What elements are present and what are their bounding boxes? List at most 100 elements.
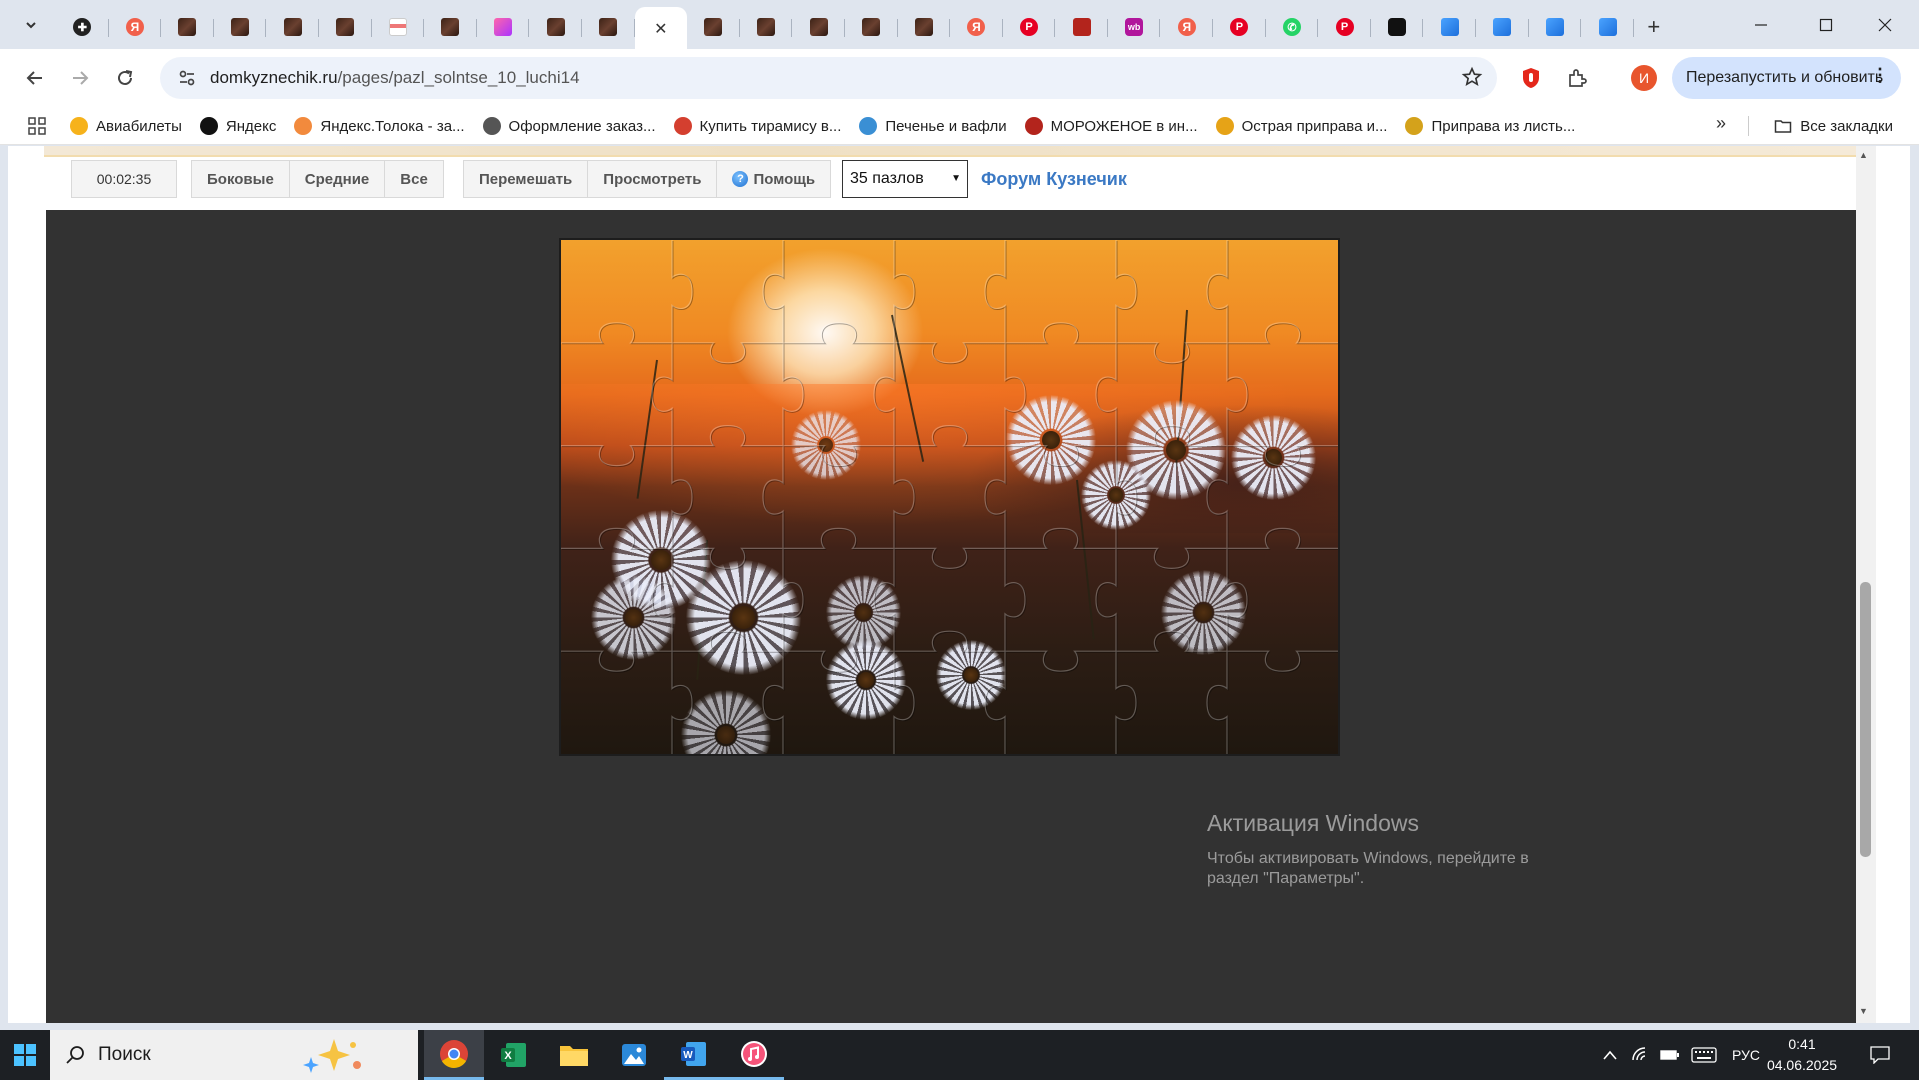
browser-tab[interactable]: [740, 7, 793, 47]
preview-button[interactable]: Просмотреть: [588, 161, 718, 197]
back-button[interactable]: [19, 62, 51, 94]
tab-close-icon[interactable]: ✕: [654, 19, 667, 39]
browser-tab[interactable]: P: [1213, 7, 1266, 47]
bookmark-item[interactable]: Яндекс.Толока - за...: [294, 111, 465, 141]
favicon-blue-icon: [1493, 18, 1512, 36]
tab-active[interactable]: ✕: [634, 7, 688, 51]
bookmark-star-icon[interactable]: [1461, 66, 1483, 93]
bookmark-label: Оформление заказ...: [508, 117, 656, 135]
browser-tab[interactable]: [1529, 7, 1582, 47]
browser-tab[interactable]: [792, 7, 845, 47]
browser-tab[interactable]: [214, 7, 267, 47]
browser-tab[interactable]: [529, 7, 582, 47]
edge-pieces-button[interactable]: Боковые: [192, 161, 290, 197]
relaunch-update-button[interactable]: Перезапустить и обновить ⋮: [1672, 57, 1901, 99]
tray-keyboard[interactable]: [1688, 1030, 1720, 1080]
taskbar-itunes[interactable]: [724, 1030, 784, 1080]
bookmark-item[interactable]: Печенье и вафли: [859, 111, 1007, 141]
tray-battery[interactable]: [1656, 1030, 1684, 1080]
taskbar-chrome[interactable]: [424, 1030, 484, 1080]
taskbar-photos[interactable]: [604, 1030, 664, 1080]
site-info-icon[interactable]: [176, 67, 198, 89]
more-menu-icon[interactable]: ⋮: [1871, 66, 1889, 84]
profile-avatar[interactable]: И: [1628, 62, 1660, 94]
bookmark-favicon-icon: [482, 117, 501, 135]
adblock-extension-icon[interactable]: [1515, 62, 1547, 94]
bookmark-item[interactable]: Острая приправа и...: [1215, 111, 1388, 141]
bookmark-item[interactable]: Яндекс: [199, 111, 276, 141]
taskbar-search[interactable]: Поиск: [50, 1030, 418, 1080]
apps-grid-icon[interactable]: [28, 117, 46, 140]
url-text[interactable]: domkyznechik.ru/pages/pazl_solntse_10_lu…: [210, 68, 580, 88]
forward-button[interactable]: [64, 62, 96, 94]
start-button[interactable]: [0, 1030, 50, 1080]
bookmark-item[interactable]: Купить тирамису в...: [673, 111, 841, 141]
browser-tab[interactable]: [1423, 7, 1476, 47]
browser-tab[interactable]: [845, 7, 898, 47]
puzzle-image[interactable]: [559, 238, 1340, 756]
scroll-down-icon[interactable]: ▼: [1859, 1006, 1868, 1016]
close-window-button[interactable]: [1856, 0, 1913, 49]
browser-tab[interactable]: [1581, 7, 1634, 47]
middle-pieces-button[interactable]: Средние: [290, 161, 386, 197]
piece-count-select[interactable]: 35 пазлов ▼: [842, 160, 968, 198]
bookmark-favicon-icon: [1215, 117, 1234, 135]
browser-tab[interactable]: ✆: [1266, 7, 1319, 47]
bookmark-favicon-icon: [1405, 117, 1424, 135]
browser-tab[interactable]: [687, 7, 740, 47]
maximize-button[interactable]: [1797, 0, 1854, 49]
taskbar-word[interactable]: W: [664, 1030, 724, 1080]
browser-tab[interactable]: [1371, 7, 1424, 47]
bookmark-item[interactable]: Оформление заказ...: [482, 111, 656, 141]
all-pieces-button[interactable]: Все: [385, 161, 443, 197]
forum-link[interactable]: Форум Кузнечик: [981, 169, 1127, 190]
browser-tab[interactable]: [582, 7, 635, 47]
favicon-choc-icon: [441, 18, 460, 36]
favicon-choc-icon: [862, 18, 881, 36]
browser-tab[interactable]: [1055, 7, 1108, 47]
browser-tab[interactable]: [161, 7, 214, 47]
language-indicator[interactable]: РУС: [1728, 1030, 1764, 1080]
address-bar[interactable]: domkyznechik.ru/pages/pazl_solntse_10_lu…: [160, 57, 1497, 99]
favicon-ya-icon: Я: [1177, 18, 1196, 36]
browser-tab[interactable]: [372, 7, 425, 47]
browser-tab[interactable]: Я: [1160, 7, 1213, 47]
browser-tab[interactable]: [424, 7, 477, 47]
minimize-button[interactable]: [1732, 0, 1789, 49]
new-tab-button[interactable]: +: [1634, 7, 1674, 47]
browser-tab[interactable]: [477, 7, 530, 47]
bookmark-item[interactable]: МОРОЖЕНОЕ в ин...: [1024, 111, 1198, 141]
bookmark-item[interactable]: Авиабилеты: [70, 111, 182, 141]
maximize-icon: [1819, 18, 1832, 31]
browser-tab[interactable]: [266, 7, 319, 47]
bookmark-label: Приправа из листь...: [1431, 117, 1576, 135]
bookmark-favicon-icon: [70, 117, 88, 135]
word-icon: W: [681, 1041, 706, 1066]
browser-tab[interactable]: Я: [109, 7, 162, 47]
tab-search-button[interactable]: [16, 11, 46, 39]
bookmark-item[interactable]: Приправа из листь...: [1405, 111, 1575, 141]
all-bookmarks-button[interactable]: Все закладки: [1774, 111, 1893, 141]
browser-tab[interactable]: ✚: [56, 7, 109, 47]
browser-tab[interactable]: P: [1318, 7, 1371, 47]
scroll-up-icon[interactable]: ▲: [1859, 150, 1868, 160]
help-button[interactable]: ? Помощь: [717, 161, 830, 197]
notifications-button[interactable]: [1862, 1030, 1898, 1080]
browser-tab[interactable]: [1476, 7, 1529, 47]
reload-button[interactable]: [109, 62, 141, 94]
shuffle-button[interactable]: Перемешать: [464, 161, 589, 197]
bookmark-label: Острая приправа и...: [1241, 117, 1388, 135]
bookmarks-overflow-button[interactable]: »: [1716, 113, 1726, 134]
taskbar-excel[interactable]: X: [484, 1030, 544, 1080]
browser-tab[interactable]: Я: [950, 7, 1003, 47]
browser-tab[interactable]: P: [1003, 7, 1056, 47]
tray-overflow-button[interactable]: [1596, 1030, 1624, 1080]
browser-tab[interactable]: [898, 7, 951, 47]
browser-tab[interactable]: [319, 7, 372, 47]
taskbar-file-explorer[interactable]: [544, 1030, 604, 1080]
scrollbar-thumb[interactable]: [1860, 582, 1871, 857]
system-clock[interactable]: 0:41 04.06.2025: [1766, 1034, 1838, 1076]
tray-network[interactable]: [1626, 1030, 1654, 1080]
extensions-icon[interactable]: [1561, 62, 1593, 94]
browser-tab[interactable]: wb: [1108, 7, 1161, 47]
